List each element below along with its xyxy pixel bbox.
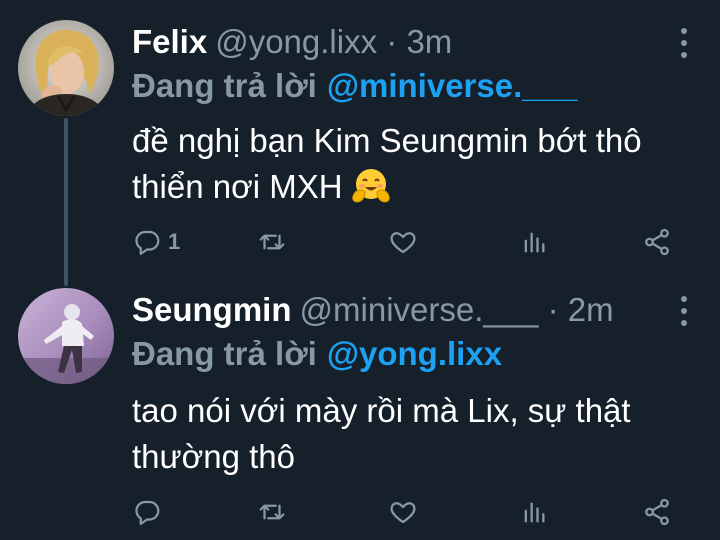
avatar[interactable] — [18, 20, 114, 116]
reply-icon — [132, 497, 162, 527]
replying-to: Đang trả lời @miniverse.___ — [132, 66, 577, 106]
analytics-button[interactable] — [520, 224, 548, 260]
tweet-text: đề nghị bạn Kim Seungmin bớt thô thiển n… — [132, 118, 702, 218]
timestamp[interactable]: 2m — [568, 291, 614, 328]
tweet-header: Seungmin @miniverse.___ · 2m — [132, 290, 614, 330]
replying-to-label: Đang trả lời — [132, 335, 317, 372]
retweet-icon — [256, 227, 288, 257]
reply-icon — [132, 227, 162, 257]
share-button[interactable] — [642, 494, 672, 530]
tweet-actions: 1 — [132, 224, 680, 260]
user-handle[interactable]: @miniverse.___ — [300, 291, 539, 328]
user-handle[interactable]: @yong.lixx — [215, 23, 377, 60]
reply-button[interactable] — [132, 494, 168, 530]
timestamp[interactable]: 3m — [406, 23, 452, 60]
reply-count: 1 — [168, 229, 181, 254]
tweet[interactable]: Seungmin @miniverse.___ · 2m Đang trả lời… — [0, 280, 720, 540]
reply-mention-link[interactable]: @miniverse.___ — [327, 67, 578, 104]
more-icon[interactable] — [678, 296, 690, 326]
share-icon — [642, 227, 672, 257]
tweet-actions — [132, 494, 680, 530]
stats-icon — [520, 497, 548, 527]
tweet[interactable]: Felix @yong.lixx · 3m Đang trả lời @minive… — [0, 0, 720, 280]
retweet-icon — [256, 497, 288, 527]
replying-to-label: Đang trả lời — [132, 67, 317, 104]
retweet-button[interactable] — [256, 224, 288, 260]
heart-icon — [388, 227, 418, 257]
tweet-header: Felix @yong.lixx · 3m — [132, 22, 452, 62]
analytics-button[interactable] — [520, 494, 548, 530]
display-name[interactable]: Felix — [132, 23, 207, 60]
more-icon[interactable] — [678, 28, 690, 58]
avatar[interactable] — [18, 288, 114, 384]
separator-dot: · — [547, 291, 559, 328]
smiling-face-with-open-hands-icon — [351, 166, 391, 218]
heart-icon — [388, 497, 418, 527]
like-button[interactable] — [388, 224, 418, 260]
tweet-text-content: tao nói với mày rồi mà Lix, sự thật thườ… — [132, 392, 631, 475]
replying-to: Đang trả lời @yong.lixx — [132, 334, 502, 374]
share-button[interactable] — [642, 224, 672, 260]
tweet-text: tao nói với mày rồi mà Lix, sự thật thườ… — [132, 388, 702, 480]
stats-icon — [520, 227, 548, 257]
retweet-button[interactable] — [256, 494, 288, 530]
reply-mention-link[interactable]: @yong.lixx — [327, 335, 502, 372]
reply-button[interactable]: 1 — [132, 224, 180, 260]
separator-dot: · — [386, 23, 398, 60]
like-button[interactable] — [388, 494, 418, 530]
display-name[interactable]: Seungmin — [132, 291, 292, 328]
share-icon — [642, 497, 672, 527]
